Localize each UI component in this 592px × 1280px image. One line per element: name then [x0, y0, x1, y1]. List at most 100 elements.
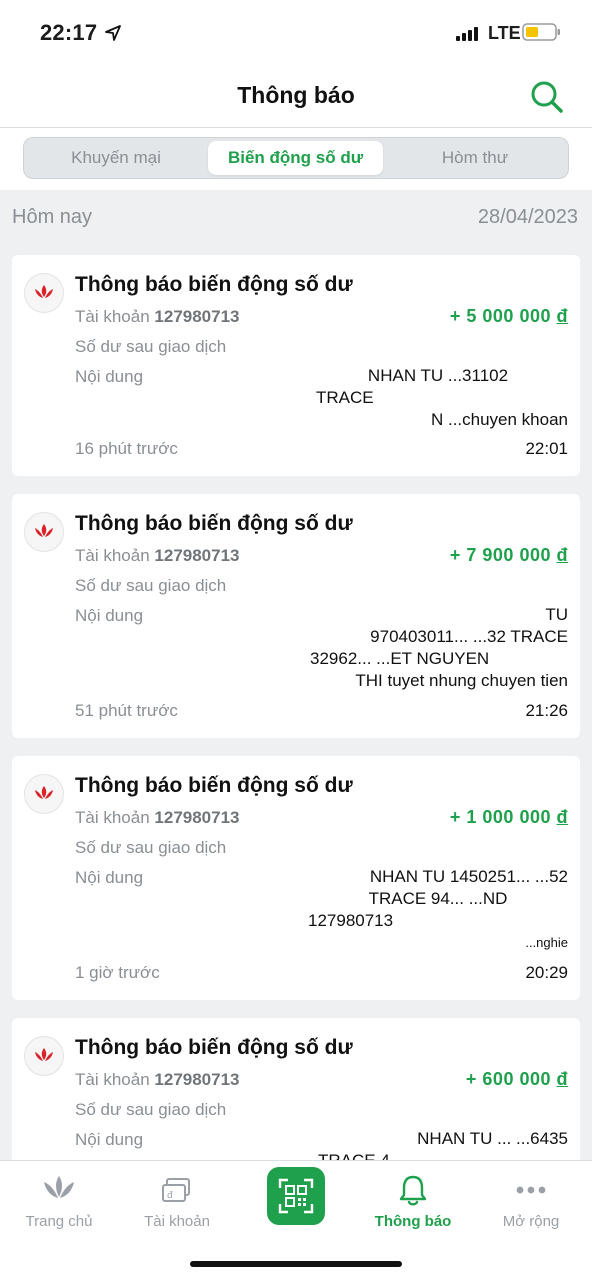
notification-card[interactable]: Thông báo biến động số dư Tài khoản 1279…: [12, 255, 580, 476]
page-title: Thông báo: [237, 82, 355, 108]
date-label-today: Hôm nay: [12, 206, 93, 228]
tab-mailbox[interactable]: Hòm thư: [386, 141, 564, 175]
account-number: 127980713: [154, 1070, 240, 1089]
content-line: NHAN TU ...31102: [367, 366, 509, 385]
date-value: 28/04/2023: [477, 206, 578, 228]
content-line: TRACE 94... ...ND: [368, 889, 508, 908]
transaction-content: NHAN TU 1450251... ...52 TRACE 94... ...…: [308, 866, 568, 954]
notification-card[interactable]: Thông báo biến động số dư Tài khoản 1279…: [12, 1018, 580, 1178]
card-title: Thông báo biến động số dư: [75, 512, 353, 535]
balance-after-label: Số dư sau giao dịch: [75, 838, 227, 857]
account-number: 127980713: [154, 546, 240, 565]
time-ago: 1 giờ trước: [75, 963, 160, 982]
svg-text:đ: đ: [167, 1191, 173, 1201]
location-arrow-icon: [105, 25, 121, 41]
segmented-control: Khuyến mại Biến động số dư Hòm thư: [23, 137, 569, 179]
lotus-logo-icon: [35, 285, 53, 298]
qr-scan-icon: [278, 1178, 314, 1214]
status-bar: 22:17 LTE: [0, 0, 592, 62]
card-icon: đ: [162, 1178, 190, 1202]
amount-value: + 5 000 000: [449, 306, 551, 326]
balance-after-label: Số dư sau giao dịch: [75, 576, 227, 595]
amount: + 5 000 000 đ: [450, 306, 568, 327]
content-line: NHAN TU ... ...6435: [417, 1129, 568, 1148]
search-button[interactable]: [526, 76, 566, 116]
bank-logo: [24, 512, 64, 552]
tab-promotions[interactable]: Khuyến mại: [27, 141, 205, 175]
transaction-content: NHAN TU ...31102 TRACE N ...chuyen khoan: [308, 365, 568, 431]
amount-value: + 600 000: [465, 1069, 551, 1089]
amount-value: + 1 000 000: [449, 807, 551, 827]
content-line: N ...chuyen khoan: [430, 410, 568, 429]
card-title: Thông báo biến động số dư: [75, 774, 353, 797]
content-line: 32962... ...ET NGUYEN: [310, 649, 490, 668]
notification-card[interactable]: Thông báo biến động số dư Tài khoản 1279…: [12, 756, 580, 1000]
content-line: ...nghie: [525, 935, 568, 950]
content-line: THI tuyet nhung chuyen tien: [355, 671, 568, 690]
card-title: Thông báo biến động số dư: [75, 1036, 353, 1059]
nav-notifications[interactable]: Thông báo: [354, 1161, 472, 1251]
more-dots-icon: [516, 1186, 546, 1194]
content-line: 970403011... ...32 TRACE: [370, 627, 568, 646]
account-row: Tài khoản 127980713: [75, 546, 240, 566]
nav-label: Mở rộng: [502, 1213, 560, 1230]
account-label: Tài khoản: [75, 307, 150, 326]
bank-logo: [24, 1036, 64, 1076]
transaction-time: 22:01: [525, 439, 568, 458]
home-indicator: [190, 1261, 402, 1267]
lotus-icon: [44, 1176, 74, 1198]
lotus-logo-icon: [35, 524, 53, 537]
amount: + 1 000 000 đ: [450, 807, 568, 828]
account-row: Tài khoản 127980713: [75, 307, 240, 327]
content-line: TRACE: [316, 388, 374, 407]
time-ago: 51 phút trước: [75, 701, 178, 720]
amount: + 600 000 đ: [466, 1069, 568, 1090]
currency-symbol: đ: [556, 807, 568, 827]
tab-balance-changes[interactable]: Biến động số dư: [208, 141, 383, 175]
lotus-logo-icon: [35, 786, 53, 799]
search-icon: [531, 81, 563, 113]
nav-label: Thông báo: [374, 1213, 452, 1230]
nav-label: Tài khoản: [144, 1213, 210, 1230]
currency-symbol: đ: [556, 306, 568, 326]
account-row: Tài khoản 127980713: [75, 808, 240, 828]
time-ago: 16 phút trước: [75, 439, 178, 458]
account-row: Tài khoản 127980713: [75, 1070, 240, 1090]
network-type: LTE: [488, 23, 521, 43]
content-line: 127980713: [308, 911, 394, 930]
lotus-logo-icon: [35, 1048, 53, 1061]
account-label: Tài khoản: [75, 808, 150, 827]
account-label: Tài khoản: [75, 546, 150, 565]
content-label: Nội dung: [75, 1130, 144, 1149]
balance-after-label: Số dư sau giao dịch: [75, 1100, 227, 1119]
content-label: Nội dung: [75, 606, 144, 625]
card-title: Thông báo biến động số dư: [75, 273, 353, 296]
battery-icon: [522, 23, 560, 41]
bell-icon: [399, 1175, 427, 1206]
transaction-time: 21:26: [525, 701, 568, 720]
status-time: 22:17: [40, 20, 98, 45]
balance-after-label: Số dư sau giao dịch: [75, 337, 227, 356]
transaction-time: 20:29: [525, 963, 568, 982]
content-label: Nội dung: [75, 868, 144, 887]
currency-symbol: đ: [556, 1069, 568, 1089]
nav-home[interactable]: Trang chủ: [0, 1161, 118, 1251]
bank-logo: [24, 273, 64, 313]
content-label: Nội dung: [75, 367, 144, 386]
nav-more[interactable]: Mở rộng: [472, 1161, 590, 1251]
amount-value: + 7 900 000: [449, 545, 551, 565]
nav-account[interactable]: đ Tài khoản: [118, 1161, 236, 1251]
cellular-signal-icon: [456, 27, 478, 41]
amount: + 7 900 000 đ: [450, 545, 568, 566]
nav-label: Trang chủ: [25, 1213, 93, 1230]
notification-card[interactable]: Thông báo biến động số dư Tài khoản 1279…: [12, 494, 580, 738]
screen: 22:17 LTE Thông báo Khuyến mại Biến động…: [0, 0, 592, 1280]
currency-symbol: đ: [556, 545, 568, 565]
date-header: Hôm nay 28/04/2023: [0, 196, 592, 240]
content-line: TU: [545, 605, 568, 624]
qr-scan-button[interactable]: [267, 1167, 325, 1225]
tabs-bar: Khuyến mại Biến động số dư Hòm thư: [0, 128, 592, 190]
account-label: Tài khoản: [75, 1070, 150, 1089]
account-number: 127980713: [154, 307, 240, 326]
bank-logo: [24, 774, 64, 814]
